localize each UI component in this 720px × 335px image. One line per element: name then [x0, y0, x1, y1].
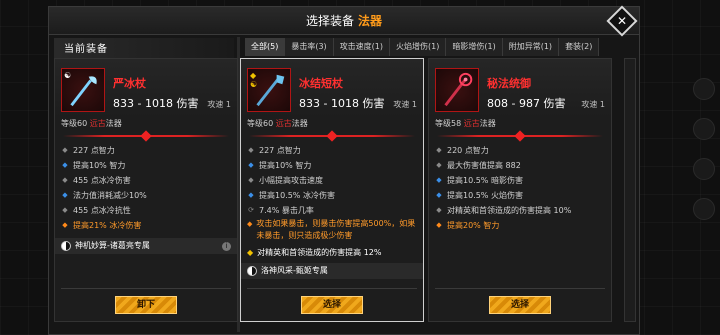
- stat-line: ◆ 提高10% 智力: [61, 158, 231, 173]
- tab-shadow-damage[interactable]: 暗影增伤(1): [446, 38, 503, 56]
- attack-speed: 攻速 1: [581, 100, 605, 109]
- item-card[interactable]: ◆ ☯ 冰结短杖 833 - 1018 伤害 攻速 1 等级60 远古法器 ◆ 22…: [240, 58, 424, 322]
- bullet-icon: ◆: [436, 191, 442, 199]
- tab-all[interactable]: 全部(5): [245, 38, 286, 56]
- stat-line: ◆ 法力值消耗减少10%: [61, 188, 231, 203]
- crit-icon: ⟳: [248, 206, 254, 214]
- stat-line: ◆ 提高10.5% 冰冷伤害: [247, 188, 417, 203]
- current-item-card: ☯ 严冰杖 833 - 1018 伤害 攻速 1 等级60 远古法器 ◆ 227 …: [54, 58, 238, 322]
- close-icon: ✕: [616, 14, 628, 28]
- bullet-icon: ◆: [248, 191, 254, 199]
- bullet-icon: ◆: [248, 161, 254, 169]
- level-row: 等级60 远古法器: [61, 119, 122, 128]
- stat-line: ◆ 227 点智力: [61, 143, 231, 158]
- stat-line: ⟳ 7.4% 暴击几率: [247, 203, 417, 218]
- stat-line: ◆ 455 点冰冷伤害: [61, 173, 231, 188]
- set-row[interactable]: 洛神风采-甄姬专属: [241, 263, 423, 279]
- info-icon[interactable]: i: [222, 241, 231, 251]
- bullet-icon: ◆: [62, 221, 68, 229]
- side-menu: [690, 60, 718, 330]
- tab-crit-rate[interactable]: 暴击率(3): [285, 38, 334, 56]
- item-damage: 833 - 1018 伤害: [113, 97, 199, 110]
- stat-line: ◆ 小幅提高攻击速度: [247, 173, 417, 188]
- item-name: 秘法统御: [487, 77, 531, 90]
- attack-speed: 攻速 1: [393, 100, 417, 109]
- red-divider: [437, 130, 603, 142]
- bullet-icon: ◆: [62, 191, 68, 199]
- stat-line: ◆ 455 点冰冷抗性: [61, 203, 231, 218]
- item-damage: 833 - 1018 伤害: [299, 97, 385, 110]
- item-damage: 808 - 987 伤害: [487, 97, 566, 110]
- tab-fire-damage[interactable]: 火焰增伤(1): [390, 38, 447, 56]
- menu-icon[interactable]: [693, 158, 715, 180]
- red-divider: [63, 130, 229, 142]
- stat-line: ◆ 提高21% 冰冷伤害: [61, 218, 231, 233]
- stat-line: ◆ 提高10.5% 暗影伤害: [435, 173, 605, 188]
- stat-list: ◆ 220 点智力 ◆ 最大伤害值提高 882 ◆ 提高10.5% 暗影伤害 ◆ 提高1…: [429, 141, 611, 235]
- stat-list: ◆ 227 点智力 ◆ 提高10% 智力 ◆ 小幅提高攻击速度 ◆ 提高10.5% 冰冷…: [241, 141, 423, 246]
- filter-tabs: 全部(5) 暴击率(3) 攻击速度(1) 火焰增伤(1) 暗影增伤(1) 附加异…: [245, 38, 641, 56]
- level-row: 等级58 远古法器: [435, 119, 496, 128]
- yinyang-icon: [61, 241, 71, 251]
- item-icon: [435, 68, 479, 112]
- bullet-icon: ◆: [62, 146, 68, 154]
- stat-line: ◆ 对精英和首领造成的伤害提高 10%: [435, 203, 605, 218]
- bullet-icon: ◆: [436, 176, 442, 184]
- yinyang-icon: [247, 266, 257, 276]
- item-name: 严冰杖: [113, 77, 146, 90]
- select-button[interactable]: 选择: [489, 296, 551, 314]
- tab-set[interactable]: 套装(2): [559, 38, 600, 56]
- bullet-icon: ◆: [436, 206, 442, 214]
- menu-icon[interactable]: [693, 198, 715, 220]
- stat-line: ◆ 提高20% 智力: [435, 218, 605, 233]
- stat-line: ◆ 227 点智力: [247, 143, 417, 158]
- select-button[interactable]: 选择: [301, 296, 363, 314]
- bullet-icon: ◆: [62, 161, 68, 169]
- panel-category: 法器: [358, 14, 383, 28]
- level-row: 等级60 远古法器: [247, 119, 308, 128]
- panel-title: 选择装备: [305, 14, 354, 28]
- bullet-icon: ◆: [62, 176, 68, 184]
- menu-icon[interactable]: [693, 78, 715, 100]
- stat-line: ◆ 最大伤害值提高 882: [435, 158, 605, 173]
- yinyang-icon: ☯: [64, 71, 72, 80]
- item-card[interactable]: 秘法统御 808 - 987 伤害 攻速 1 等级58 远古法器 ◆ 220 点智…: [428, 58, 612, 322]
- bullet-icon: ◆: [436, 221, 442, 229]
- panel-header: 选择装备 法器: [49, 7, 639, 35]
- next-item-card-partial[interactable]: [624, 58, 636, 322]
- set-row[interactable]: 神机妙算-诸葛亮专属 i: [55, 238, 237, 254]
- bullet-icon: ◆: [248, 176, 254, 184]
- bullet-icon: ◆: [248, 146, 254, 154]
- attack-speed: 攻速 1: [207, 100, 231, 109]
- stat-line: ◆ 提高10.5% 火焰伤害: [435, 188, 605, 203]
- set-bonus-line: ◆ 对精英和首领造成的伤害提高 12%: [247, 248, 382, 257]
- stat-line: ◆ 220 点智力: [435, 143, 605, 158]
- unequip-button[interactable]: 卸下: [115, 296, 177, 314]
- item-icon: ◆ ☯: [247, 68, 291, 112]
- red-divider: [249, 130, 415, 142]
- bullet-icon: ◆: [436, 161, 442, 169]
- item-name: 冰结短杖: [299, 77, 343, 90]
- stat-line: ◆ 攻击如果暴击，则暴击伤害提高500%，如果未暴击，则只造成极少伤害: [247, 219, 416, 240]
- bullet-icon: ◆: [247, 220, 253, 228]
- item-icon: ☯: [61, 68, 105, 112]
- bullet-icon: ◆: [62, 206, 68, 214]
- stat-line: ◆ 提高10% 智力: [247, 158, 417, 173]
- badge-icon: ◆ ☯: [250, 71, 258, 89]
- menu-icon[interactable]: [693, 118, 715, 140]
- stat-list: ◆ 227 点智力 ◆ 提高10% 智力 ◆ 455 点冰冷伤害 ◆ 法力值消耗减少10…: [55, 141, 237, 235]
- bullet-icon: ◆: [436, 146, 442, 154]
- tab-attack-speed[interactable]: 攻击速度(1): [333, 38, 391, 56]
- gem-icon: ◆: [247, 248, 254, 257]
- tab-extra-ailment[interactable]: 附加异常(1): [502, 38, 560, 56]
